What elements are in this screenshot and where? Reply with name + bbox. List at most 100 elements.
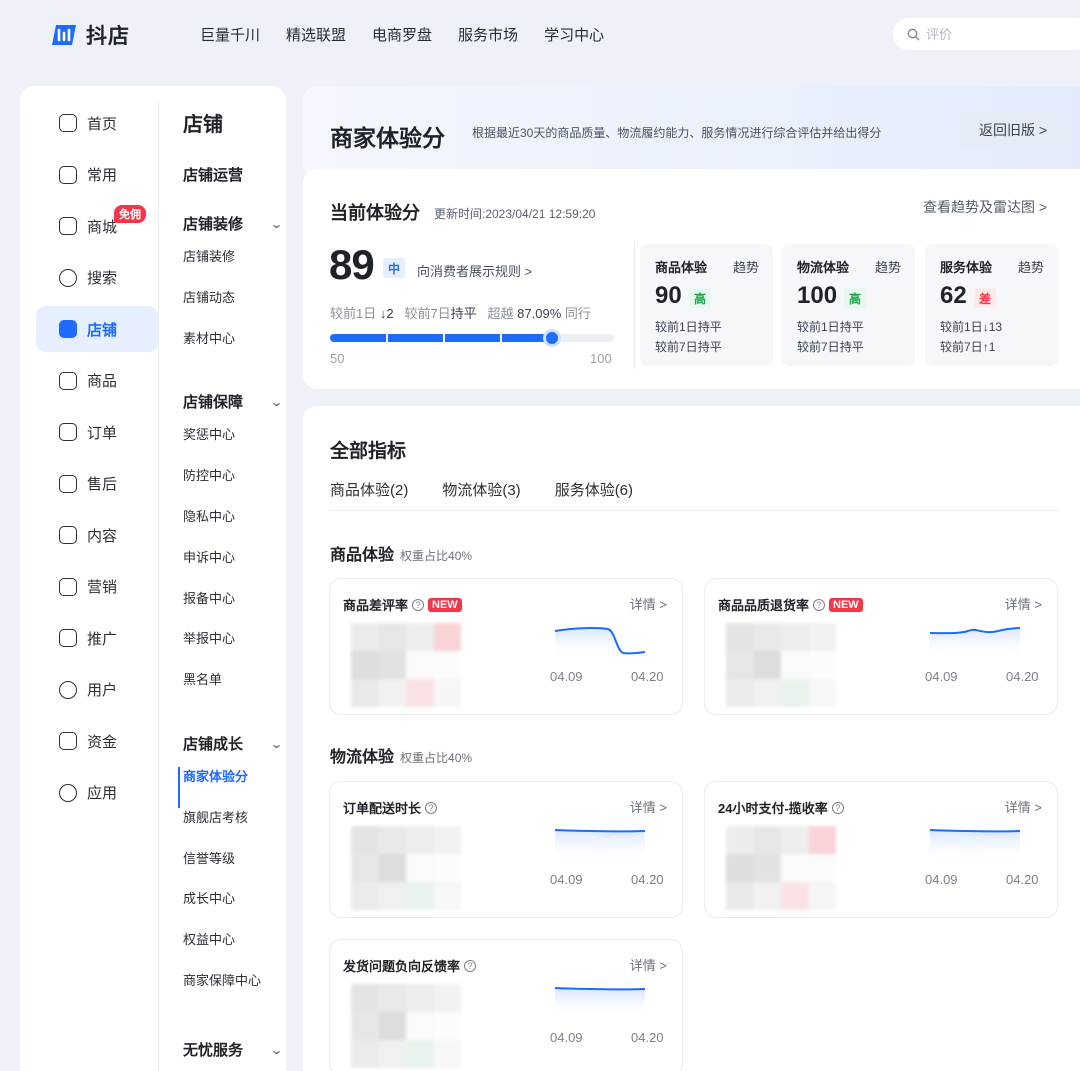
logo-text: 抖店: [86, 25, 130, 48]
cmp-value: 持平: [839, 320, 864, 334]
sidebar-item-label: 应用: [87, 785, 118, 802]
sub-nav-link[interactable]: 报备中心: [183, 589, 283, 630]
help-icon[interactable]: ?: [412, 598, 425, 611]
sub-nav-link[interactable]: 隐私中心: [183, 507, 283, 548]
sub-nav-group[interactable]: 店铺保障 ⌄: [183, 381, 283, 425]
section-title-text: 商品体验: [330, 547, 395, 564]
trend-radar-link[interactable]: 查看趋势及雷达图 >: [923, 197, 1047, 217]
metric-card[interactable]: 订单配送时长? 详情 > 04.09 04.20: [329, 781, 683, 918]
metric-detail-link[interactable]: 详情 >: [1005, 594, 1042, 613]
tab-service[interactable]: 服务体验(6): [555, 479, 633, 500]
sidebar-item[interactable]: 常用: [36, 152, 158, 198]
top-nav-item[interactable]: 巨量千川: [200, 24, 260, 45]
sidebar-item[interactable]: 用户: [36, 667, 158, 713]
sparkline-end-date: 04.20: [1006, 669, 1039, 684]
sub-score-cmp-day: 较前1日持平: [797, 318, 864, 335]
sidebar-item-label: 营销: [87, 579, 118, 596]
metric-detail-link[interactable]: 详情 >: [630, 594, 667, 613]
metric-detail-link[interactable]: 详情 >: [630, 955, 667, 974]
sidebar-item[interactable]: 店铺: [36, 306, 158, 352]
section-title-text: 物流体验: [330, 749, 395, 766]
top-nav-item[interactable]: 学习中心: [544, 24, 604, 45]
top-bar: 抖店 巨量千川 精选联盟 电商罗盘 服务市场 学习中心: [0, 0, 1080, 68]
sub-nav-link[interactable]: 商家体验分: [178, 766, 283, 808]
sub-nav-link[interactable]: 申诉中心: [183, 548, 283, 589]
sub-score-value: 62: [940, 282, 967, 309]
sub-nav-group[interactable]: 店铺装修 ⌄: [183, 203, 283, 247]
sidebar-item[interactable]: 搜索: [36, 255, 158, 301]
metric-card[interactable]: 商品品质退货率? NEW 详情 > 04.09 04.20: [704, 578, 1058, 715]
sub-nav-link[interactable]: 奖惩中心: [183, 425, 283, 466]
top-nav-item[interactable]: 电商罗盘: [372, 24, 432, 45]
metric-name-text: 商品差评率: [343, 598, 409, 613]
tab-logistics[interactable]: 物流体验(3): [442, 479, 520, 500]
new-badge: NEW: [829, 597, 863, 612]
sidebar-item[interactable]: 内容: [36, 512, 158, 558]
sidebar-item-label: 订单: [87, 424, 118, 442]
sub-nav-title: 店铺: [183, 114, 223, 136]
cmp-value: 持平: [697, 340, 722, 354]
sidebar-item[interactable]: 商品: [36, 358, 158, 404]
sparkline-end-date: 04.20: [631, 1030, 664, 1045]
metric-card[interactable]: 商品差评率? NEW 详情 > 04.09 04.20: [329, 578, 683, 715]
sub-nav-group[interactable]: 无忧服务 ⌄: [183, 1024, 283, 1071]
sub-score-value: 90: [655, 282, 682, 309]
top-nav-item[interactable]: 精选联盟: [286, 24, 346, 45]
sidebar-item[interactable]: 资金: [36, 718, 158, 764]
sub-nav-link[interactable]: 店铺装修: [183, 247, 283, 288]
section-weight: 权重占比40%: [400, 549, 473, 563]
sidebar-item[interactable]: 应用: [36, 770, 158, 816]
sidebar-item[interactable]: 推广: [36, 615, 158, 661]
help-icon[interactable]: ?: [464, 959, 477, 972]
top-nav-item[interactable]: 服务市场: [458, 24, 518, 45]
sidebar-item[interactable]: 首页: [36, 100, 158, 146]
sub-score-trend-link[interactable]: 趋势: [875, 257, 901, 276]
sparkline-start-date: 04.09: [925, 872, 958, 887]
sub-score-trend-link[interactable]: 趋势: [1018, 257, 1044, 276]
sub-nav-group-label: 店铺成长: [183, 735, 244, 753]
sub-nav-link[interactable]: 信誉等级: [183, 849, 283, 890]
sidebar-item[interactable]: 售后: [36, 461, 158, 507]
sub-score-level-badge: 高: [844, 288, 866, 308]
sub-nav-group[interactable]: 店铺成长 ⌄: [183, 723, 283, 767]
tab-product[interactable]: 商品体验(2): [330, 479, 408, 500]
aftersale-icon: [59, 474, 77, 493]
sub-score-trend-link[interactable]: 趋势: [733, 257, 759, 276]
metric-detail-link[interactable]: 详情 >: [630, 797, 667, 816]
sub-nav-link[interactable]: 店铺动态: [183, 288, 283, 329]
help-icon[interactable]: ?: [813, 598, 826, 611]
sub-nav-link[interactable]: 成长中心: [183, 889, 283, 930]
search-box[interactable]: [893, 18, 1080, 50]
sub-nav-link[interactable]: 举报中心: [183, 629, 283, 670]
trend-sparkline: [554, 987, 646, 1020]
cmp-label: 较前1日: [655, 320, 698, 334]
blurred-data-image: [726, 826, 836, 910]
top-nav: 巨量千川 精选联盟 电商罗盘 服务市场 学习中心: [200, 24, 604, 45]
help-icon[interactable]: ?: [831, 801, 844, 814]
score-comparison: 较前1日 ↓2 较前7日持平 超越 87.09% 同行: [330, 303, 591, 322]
sub-nav-link[interactable]: 权益中心: [183, 930, 283, 971]
score-title: 当前体验分: [330, 203, 420, 223]
sub-nav-link[interactable]: 防控中心: [183, 466, 283, 507]
search-input[interactable]: [926, 26, 1046, 42]
sidebar-item[interactable]: 商城 免佣: [36, 203, 158, 249]
logo[interactable]: 抖店: [50, 20, 130, 50]
metric-card[interactable]: 发货问题负向反馈率? 详情 > 04.09 04.20: [329, 939, 683, 1071]
sub-nav-link[interactable]: 旗舰店考核: [183, 808, 283, 849]
sub-nav-group[interactable]: 店铺运营: [183, 148, 283, 203]
sub-nav-link[interactable]: 商家保障中心: [183, 971, 283, 1012]
metric-detail-link[interactable]: 详情 >: [1005, 797, 1042, 816]
sidebar-item[interactable]: 营销: [36, 564, 158, 610]
sidebar-item-label: 售后: [87, 476, 118, 493]
sub-nav-link[interactable]: 素材中心: [183, 329, 283, 370]
help-icon[interactable]: ?: [425, 801, 438, 814]
cmp-value: 持平: [697, 320, 722, 334]
sub-score-card: 服务体验 趋势 62 差较前1日↓13 较前7日↑1: [925, 244, 1058, 366]
metric-card[interactable]: 24小时支付-揽收率? 详情 > 04.09 04.20: [704, 781, 1058, 918]
store-icon: [59, 320, 77, 338]
sidebar-item[interactable]: 订单: [36, 409, 158, 455]
display-rule-link[interactable]: 向消费者展示规则 >: [417, 261, 532, 280]
sub-nav-link[interactable]: 黑名单: [183, 670, 283, 711]
blurred-data-image: [351, 826, 461, 910]
back-to-old-version-button[interactable]: 返回旧版 >: [959, 112, 1067, 148]
